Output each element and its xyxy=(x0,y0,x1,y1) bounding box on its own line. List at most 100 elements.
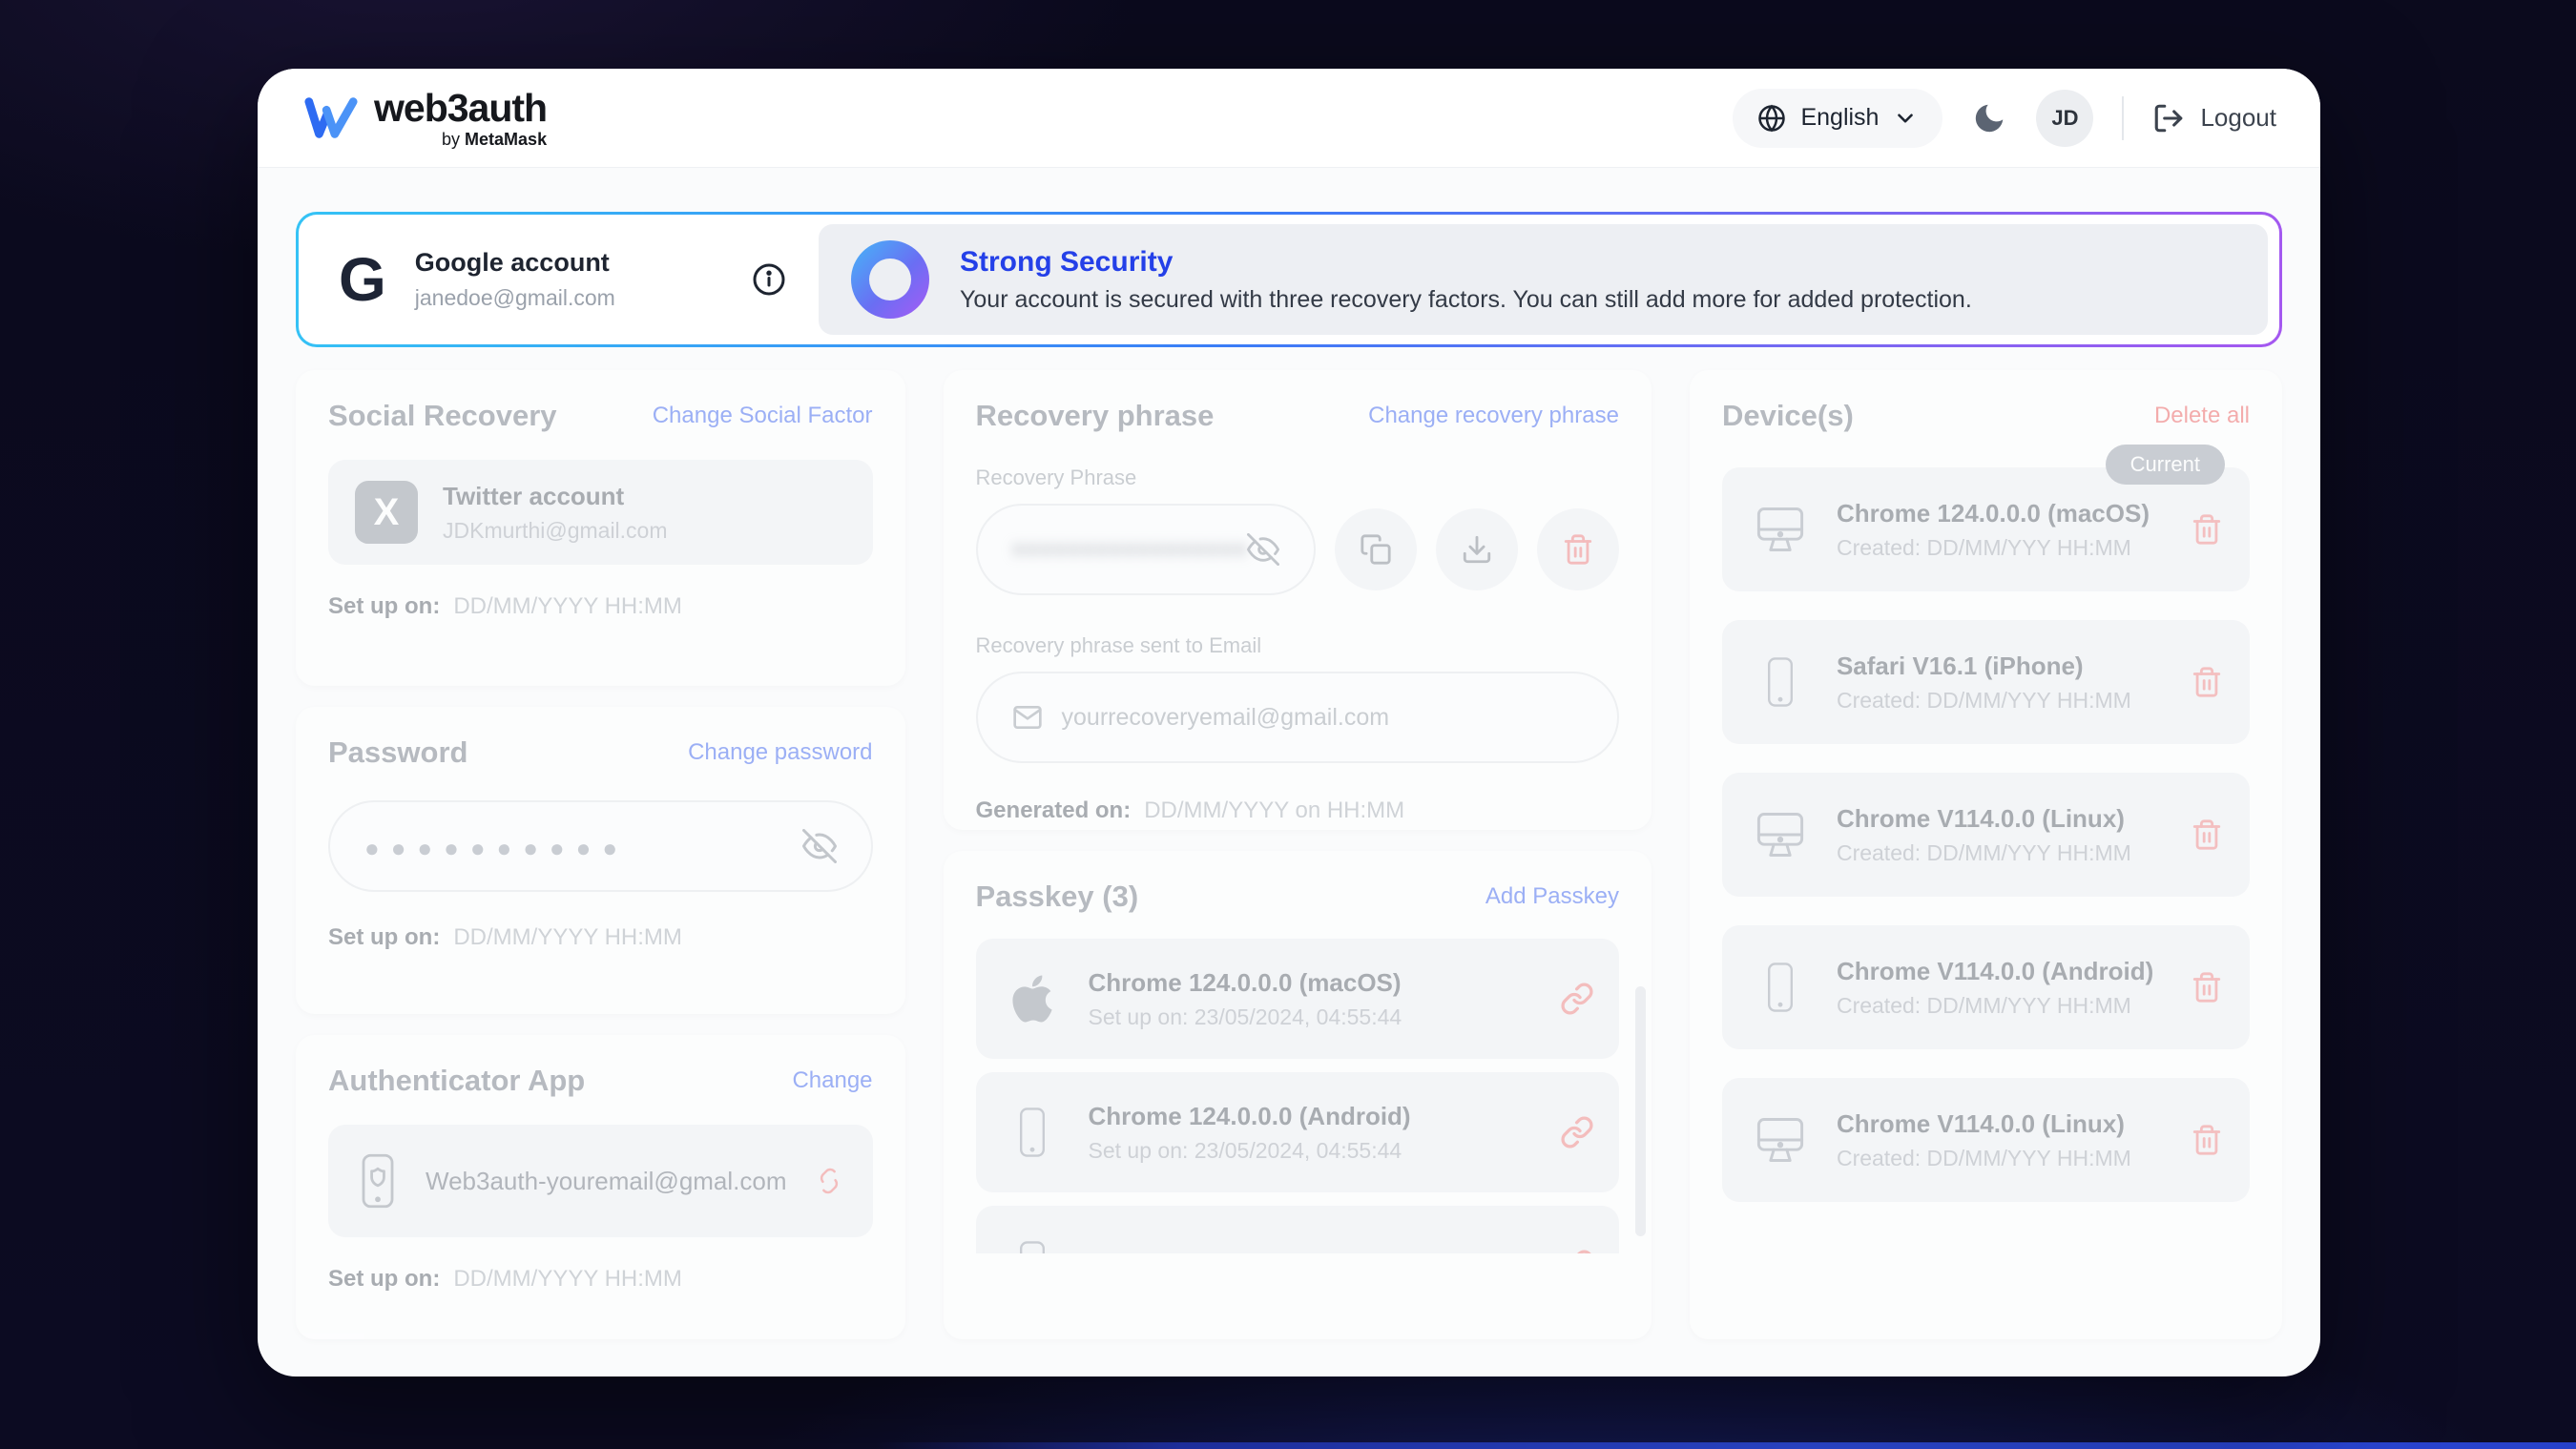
recovery-phrase-input[interactable]: ●●●●●●●●●●●●●●●●● xyxy=(976,504,1316,595)
link-icon xyxy=(1560,1115,1594,1149)
passkey-panel: Passkey (3) Add Passkey Chrome 124.0.0.0… xyxy=(944,851,1652,1339)
device-texts: Chrome 124.0.0.0 (macOS) Created: DD/MM/… xyxy=(1837,499,2150,561)
passkey-item: Chrome 124.0.0.0 (Android) Set up on: 23… xyxy=(976,1072,1619,1192)
smartphone-icon xyxy=(1761,654,1799,710)
web3auth-logo: web3auth by MetaMask xyxy=(303,89,547,148)
change-authenticator-link[interactable]: Change xyxy=(792,1067,872,1094)
setup-label: Set up on: xyxy=(328,1266,440,1293)
passkey-scrollbar[interactable] xyxy=(1635,986,1646,1236)
security-ring-icon xyxy=(851,240,929,319)
passkey-item-title: Chrome 124.0.0.0 (macOS) xyxy=(1089,968,1402,998)
authenticator-setup-row: Set up on: DD/MM/YYYY HH:MM xyxy=(328,1266,873,1293)
unlink-authenticator-button[interactable] xyxy=(812,1164,846,1198)
account-email: janedoe@gmail.com xyxy=(415,285,615,311)
authenticator-tile: Web3auth-youremail@gmal.com xyxy=(328,1125,873,1237)
phone-shield-icon xyxy=(355,1152,401,1210)
x-twitter-icon: X xyxy=(355,481,418,544)
passkey-texts: Chrome 124.0.0.0 (macOS) Set up on: 23/0… xyxy=(1089,968,1402,1030)
trash-icon xyxy=(1562,533,1594,566)
avatar[interactable]: JD xyxy=(2036,90,2093,147)
device-item: Chrome V114.0.0 (Android) Created: DD/MM… xyxy=(1722,925,2250,1049)
logout-icon xyxy=(2152,102,2185,135)
delete-device-button[interactable] xyxy=(2191,1124,2223,1156)
download-phrase-button[interactable] xyxy=(1436,508,1518,590)
header-actions: English JD Logout xyxy=(1733,89,2276,148)
change-password-link[interactable]: Change password xyxy=(688,739,872,766)
device-title: Chrome V114.0.0 (Linux) xyxy=(1837,1109,2131,1139)
security-description: Your account is secured with three recov… xyxy=(960,286,1972,314)
recovery-phrase-row: ●●●●●●●●●●●●●●●●● xyxy=(976,504,1619,595)
setup-value: DD/MM/YYYY HH:MM xyxy=(453,1266,682,1293)
apple-logo-icon xyxy=(1010,972,1054,1025)
authenticator-panel: Authenticator App Change Web3auth-yourem… xyxy=(296,1035,905,1339)
smartphone-icon xyxy=(1013,1105,1051,1160)
smartphone-icon xyxy=(1013,1238,1051,1253)
account-info-button[interactable] xyxy=(752,262,786,297)
device-subtitle: Created: DD/MM/YYY HH:MM xyxy=(1837,535,2150,561)
delete-device-button[interactable] xyxy=(2191,666,2223,698)
setup-label: Set up on: xyxy=(328,924,440,951)
trash-icon xyxy=(2191,513,2223,546)
device-subtitle: Created: DD/MM/YYY HH:MM xyxy=(1837,993,2153,1019)
recovery-email-input[interactable]: yourrecoveryemail@gmail.com xyxy=(976,672,1619,763)
device-item: Safari V16.1 (iPhone) Created: DD/MM/YYY… xyxy=(1722,620,2250,744)
logout-label: Logout xyxy=(2200,103,2276,133)
recovery-email-value: yourrecoveryemail@gmail.com xyxy=(1062,704,1390,732)
authenticator-title: Authenticator App xyxy=(328,1064,585,1098)
device-texts: Chrome V114.0.0 (Linux) Created: DD/MM/Y… xyxy=(1837,804,2131,866)
passkey-link-button[interactable] xyxy=(1560,1249,1594,1253)
password-panel: Password Change password ●●●●●●●●●● Set … xyxy=(296,707,905,1014)
recovery-phrase-label: Recovery Phrase xyxy=(976,466,1619,490)
passkey-link-button[interactable] xyxy=(1560,982,1594,1016)
toggle-phrase-visibility[interactable] xyxy=(1247,533,1279,566)
twitter-texts: Twitter account JDKmurthi@gmail.com xyxy=(443,482,668,544)
trash-icon xyxy=(2191,818,2223,851)
language-selector[interactable]: English xyxy=(1733,89,1942,148)
passkey-link-button[interactable] xyxy=(1560,1115,1594,1149)
change-social-factor-link[interactable]: Change Social Factor xyxy=(653,403,873,429)
passkey-list: Chrome 124.0.0.0 (macOS) Set up on: 23/0… xyxy=(976,939,1619,1253)
connected-account: G Google account janedoe@gmail.com xyxy=(299,215,819,344)
factors-grid: Social Recovery Change Social Factor X T… xyxy=(296,370,2282,1339)
passkey-item: Rome 24.456.355.98 xyxy=(976,1206,1619,1253)
change-recovery-phrase-link[interactable]: Change recovery phrase xyxy=(1368,403,1619,429)
device-icon-cell xyxy=(1749,810,1812,859)
device-icon-cell xyxy=(1749,505,1812,554)
column-devices: Device(s) Delete all Current Chrome 124.… xyxy=(1690,370,2282,1339)
delete-device-button[interactable] xyxy=(2191,513,2223,546)
unlink-icon xyxy=(812,1164,846,1198)
recovery-phrase-title: Recovery phrase xyxy=(976,399,1215,433)
passkey-head: Passkey (3) Add Passkey xyxy=(976,880,1619,914)
setup-value: DD/MM/YYYY HH:MM xyxy=(453,924,682,951)
passkey-icon-cell xyxy=(1001,972,1064,1025)
setup-label: Set up on: xyxy=(328,593,440,620)
password-masked-value: ●●●●●●●●●● xyxy=(364,834,629,863)
trash-icon xyxy=(2191,666,2223,698)
bottom-glow xyxy=(876,1442,2576,1449)
account-texts: Google account janedoe@gmail.com xyxy=(415,248,615,311)
delete-device-button[interactable] xyxy=(2191,971,2223,1004)
passkey-icon-cell xyxy=(1001,1105,1064,1160)
delete-device-button[interactable] xyxy=(2191,818,2223,851)
logout-button[interactable]: Logout xyxy=(2152,102,2276,135)
header: web3auth by MetaMask English xyxy=(258,69,2320,168)
moon-icon xyxy=(1971,100,2007,136)
web3auth-logo-icon xyxy=(303,96,359,140)
recovery-phrase-panel: Recovery phrase Change recovery phrase R… xyxy=(944,370,1652,830)
toggle-password-visibility[interactable] xyxy=(802,829,837,863)
social-setup-row: Set up on: DD/MM/YYYY HH:MM xyxy=(328,593,873,620)
passkey-item-title: Chrome 124.0.0.0 (Android) xyxy=(1089,1102,1411,1131)
delete-phrase-button[interactable] xyxy=(1537,508,1619,590)
envelope-icon xyxy=(1012,702,1043,733)
logo-byline-brand: MetaMask xyxy=(465,130,547,149)
passkey-title: Passkey (3) xyxy=(976,880,1139,914)
add-passkey-link[interactable]: Add Passkey xyxy=(1485,883,1619,910)
copy-phrase-button[interactable] xyxy=(1335,508,1417,590)
logo-byline: by MetaMask xyxy=(442,131,547,148)
delete-all-devices-link[interactable]: Delete all xyxy=(2154,403,2250,429)
password-input[interactable]: ●●●●●●●●●● xyxy=(328,800,873,892)
theme-toggle[interactable] xyxy=(1971,100,2007,136)
device-subtitle: Created: DD/MM/YYY HH:MM xyxy=(1837,1146,2131,1171)
account-dashboard: web3auth by MetaMask English xyxy=(258,69,2320,1377)
device-texts: Chrome V114.0.0 (Linux) Created: DD/MM/Y… xyxy=(1837,1109,2131,1171)
